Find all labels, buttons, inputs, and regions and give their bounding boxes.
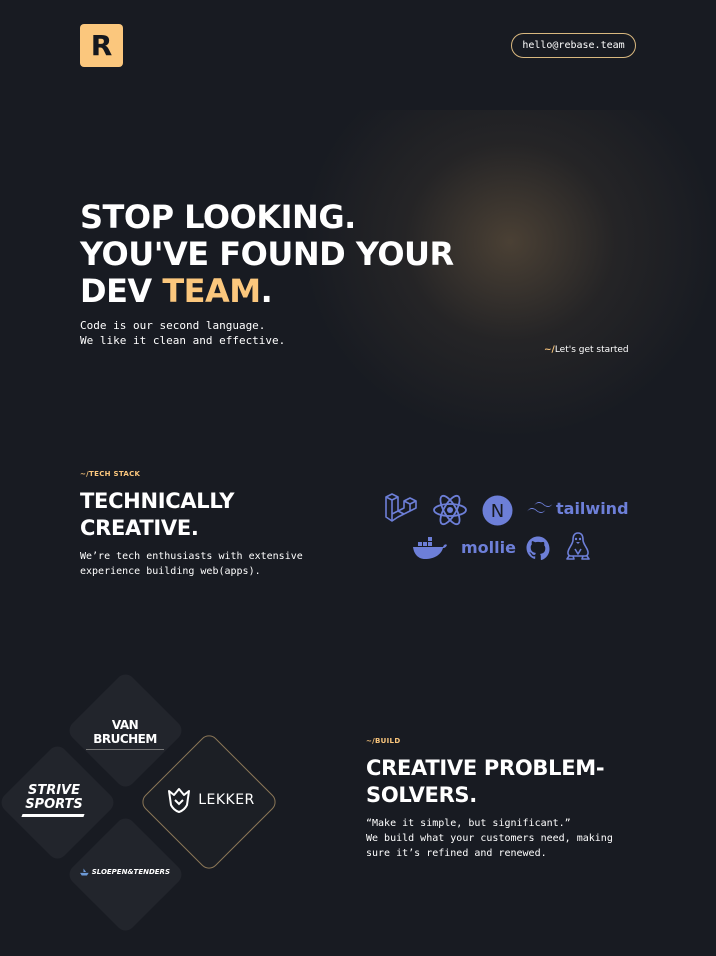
build-title-line2: SOLVERS. xyxy=(366,783,477,807)
tailwind-icon xyxy=(527,502,553,513)
cta-prefix: ~/ xyxy=(544,345,555,355)
tailwind-label: tailwind xyxy=(556,499,629,518)
build-kicker-prefix: ~/ xyxy=(366,737,376,745)
tech-text-line1: We’re tech enthusiasts with extensive xyxy=(80,551,303,562)
build-kicker: ~/BUILD xyxy=(366,737,400,745)
strive-text: STRIVE xyxy=(27,783,81,798)
hero-subtitle: Code is our second language. We like it … xyxy=(80,318,285,348)
build-text-line1: “Make it simple, but significant.” xyxy=(366,818,571,829)
tech-title: TECHNICALLY CREATIVE. xyxy=(80,488,234,542)
tech-kicker-label: TECH STACK xyxy=(89,470,141,478)
logo-letter: R xyxy=(90,29,113,62)
tech-text: We’re tech enthusiasts with extensive ex… xyxy=(80,549,303,579)
nextjs-icon: N xyxy=(482,495,513,526)
hero-title: STOP LOOKING. YOU'VE FOUND YOUR DEV TEAM… xyxy=(80,199,454,310)
email-button[interactable]: hello@rebase.team xyxy=(511,33,636,58)
nextjs-letter: N xyxy=(491,501,504,522)
tech-title-line2: CREATIVE. xyxy=(80,516,199,540)
van-bruchem-underline xyxy=(86,749,164,750)
build-text-line3: sure it’s refined and renewed. xyxy=(366,848,547,859)
github-icon xyxy=(526,536,550,560)
build-title-line1: CREATIVE PROBLEM- xyxy=(366,756,605,780)
strive-underline xyxy=(21,814,85,817)
lekker-crown-icon xyxy=(168,788,191,813)
hero-title-line3-suffix: . xyxy=(260,272,273,310)
tech-kicker: ~/TECH STACK xyxy=(80,470,140,478)
hero-title-line2: YOU'VE FOUND YOUR xyxy=(80,235,454,273)
hero-title-line1: STOP LOOKING. xyxy=(80,198,356,236)
build-kicker-label: BUILD xyxy=(375,737,401,745)
tech-text-line2: experience building web(apps). xyxy=(80,566,261,577)
build-text-line2: We build what your customers need, makin… xyxy=(366,833,613,844)
lekker-text: LEKKER xyxy=(198,792,255,808)
van-bruchem-logo: VAN BRUCHEM xyxy=(80,718,170,750)
docker-icon xyxy=(413,537,447,559)
rebase-logo[interactable]: R xyxy=(80,24,123,67)
linux-icon xyxy=(566,532,590,560)
tech-title-line1: TECHNICALLY xyxy=(80,489,235,513)
sports-text: SPORTS xyxy=(25,797,83,812)
lekker-logo: LEKKER xyxy=(160,786,260,814)
sloepen-text: SLOEPEN&TENDERS xyxy=(91,868,170,876)
strive-sports-logo: STRIVE SPORTS xyxy=(18,784,90,817)
tech-kicker-prefix: ~/ xyxy=(80,470,90,478)
van-bruchem-text: VAN BRUCHEM xyxy=(93,718,157,746)
hero-title-line3-prefix: DEV xyxy=(80,272,163,310)
get-started-link[interactable]: ~/Let's get started xyxy=(544,345,629,355)
laravel-icon xyxy=(385,493,417,522)
mollie-label: mollie xyxy=(461,538,516,557)
hero-subtitle-line1: Code is our second language. xyxy=(80,319,266,332)
react-icon xyxy=(433,494,467,526)
build-title: CREATIVE PROBLEM- SOLVERS. xyxy=(366,755,605,809)
hero-subtitle-line2: We like it clean and effective. xyxy=(80,334,286,347)
hero-title-accent: TEAM xyxy=(162,272,261,310)
sloepen-tenders-logo: SLOEPEN&TENDERS xyxy=(80,868,170,876)
sloepen-boat-icon xyxy=(80,868,89,876)
cta-label: Let's get started xyxy=(554,345,629,355)
build-text: “Make it simple, but significant.” We bu… xyxy=(366,816,613,861)
